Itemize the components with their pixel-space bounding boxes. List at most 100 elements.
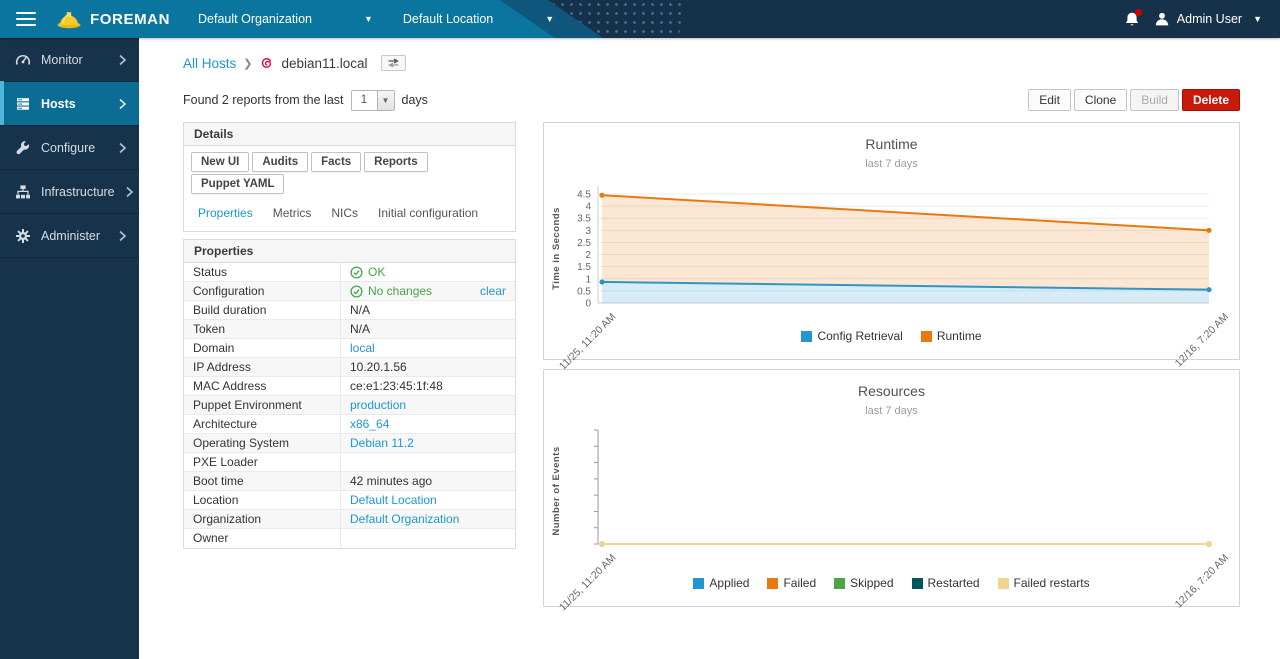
property-value-link[interactable]: Default Location [350,493,437,507]
sidebar-item-monitor[interactable]: Monitor [0,38,139,82]
build-button[interactable]: Build [1130,89,1179,111]
sidebar-item-label: Monitor [41,53,83,67]
legend-item[interactable]: Restarted [912,576,980,590]
legend-item[interactable]: Skipped [834,576,893,590]
legend-item[interactable]: Runtime [921,329,982,343]
property-value: No changesclear [341,282,515,300]
legend-swatch [801,331,812,342]
legend-item[interactable]: Config Retrieval [801,329,902,343]
location-dropdown[interactable]: Default Location ▼ [403,12,554,26]
new-ui-button[interactable]: New UI [191,152,249,172]
property-label: Architecture [184,415,341,433]
tab-metrics[interactable]: Metrics [263,203,322,223]
svg-text:Time in Seconds: Time in Seconds [551,207,562,290]
legend-label: Applied [709,576,749,590]
delete-button[interactable]: Delete [1182,89,1240,111]
legend-swatch [912,578,923,589]
property-value-text: 42 minutes ago [350,474,432,488]
property-row: Operating SystemDebian 11.2 [184,434,515,453]
legend-label: Restarted [928,576,980,590]
property-value-link[interactable]: x86_64 [350,417,389,431]
user-icon [1154,11,1170,27]
facts-button[interactable]: Facts [311,152,361,172]
property-value-link[interactable]: Debian 11.2 [350,436,414,450]
audits-button[interactable]: Audits [252,152,308,172]
sidebar-item-hosts[interactable]: Hosts [0,82,139,126]
hamburger-menu-icon[interactable] [16,12,36,26]
clear-link[interactable]: clear [480,284,506,298]
sidebar-item-label: Hosts [41,97,76,111]
user-menu-label: Admin User [1177,12,1242,26]
chevron-down-icon: ▼ [377,91,394,110]
debian-swirl-icon [259,56,274,71]
switch-arrows-icon [387,58,400,68]
legend-swatch [998,578,1009,589]
legend-item[interactable]: Applied [693,576,749,590]
property-value-text: ce:e1:23:45:1f:48 [350,379,443,393]
clone-button[interactable]: Clone [1074,89,1127,111]
servers-icon [15,96,31,112]
organization-dropdown[interactable]: Default Organization ▼ [198,12,373,26]
property-label: Location [184,491,341,509]
chevron-right-icon [118,142,127,154]
legend-swatch [693,578,704,589]
puppet-yaml-button[interactable]: Puppet YAML [191,174,284,194]
svg-text:1.5: 1.5 [577,262,591,273]
legend-swatch [921,331,932,342]
svg-text:4.5: 4.5 [577,190,591,201]
property-row: Owner [184,529,515,548]
property-value: Debian 11.2 [341,434,515,452]
location-dropdown-label: Default Location [403,12,493,26]
legend-label: Failed [783,576,816,590]
legend-label: Runtime [937,329,982,343]
sitemap-icon [15,184,31,200]
sidebar-item-configure[interactable]: Configure [0,126,139,170]
legend-swatch [767,578,778,589]
sidebar-item-label: Administer [41,229,100,243]
properties-rows: StatusOKConfigurationNo changesclearBuil… [184,263,515,548]
property-value-text: N/A [350,303,370,317]
tab-initial-configuration[interactable]: Initial configuration [368,203,488,223]
sidebar-item-administer[interactable]: Administer [0,214,139,258]
chevron-down-icon: ▼ [1253,14,1262,24]
property-value: production [341,396,515,414]
property-label: MAC Address [184,377,341,395]
tab-properties[interactable]: Properties [188,203,263,223]
legend-item[interactable]: Failed restarts [998,576,1090,590]
property-value: 42 minutes ago [341,472,515,490]
host-switcher-button[interactable] [381,55,406,71]
svg-text:0: 0 [585,299,591,310]
properties-panel-title: Properties [184,240,515,263]
days-select-value: 1 [352,91,377,110]
property-value-text: 10.20.1.56 [350,360,407,374]
breadcrumb-all-hosts-link[interactable]: All Hosts [183,56,236,71]
sidebar-item-infrastructure[interactable]: Infrastructure [0,170,139,214]
property-row: Build durationN/A [184,301,515,320]
edit-button[interactable]: Edit [1028,89,1071,111]
details-tabs: Properties Metrics NICs Initial configur… [184,200,515,231]
property-value-link[interactable]: production [350,398,406,412]
property-row: OrganizationDefault Organization [184,510,515,529]
legend-item[interactable]: Failed [767,576,816,590]
property-row: StatusOK [184,263,515,282]
property-label: IP Address [184,358,341,376]
user-menu[interactable]: Admin User ▼ [1154,11,1262,27]
properties-panel: Properties StatusOKConfigurationNo chang… [183,239,516,549]
property-row: Architecture x86_64 [184,415,515,434]
legend-swatch [834,578,845,589]
gauge-icon [15,52,31,68]
property-value-link[interactable]: Default Organization [350,512,459,526]
property-value [341,453,515,471]
notification-badge [1135,9,1142,16]
notifications-button[interactable] [1124,11,1140,28]
breadcrumb: All Hosts ❯ debian11.local [183,38,1240,71]
property-value-link[interactable]: local [350,341,375,355]
property-row: PXE Loader [184,453,515,472]
property-row: Boot time42 minutes ago [184,472,515,491]
days-select[interactable]: 1 ▼ [351,90,395,111]
property-value-text: N/A [350,322,370,336]
foreman-logo[interactable]: FOREMAN [56,9,170,29]
legend-label: Config Retrieval [817,329,902,343]
tab-nics[interactable]: NICs [321,203,368,223]
reports-button[interactable]: Reports [364,152,427,172]
